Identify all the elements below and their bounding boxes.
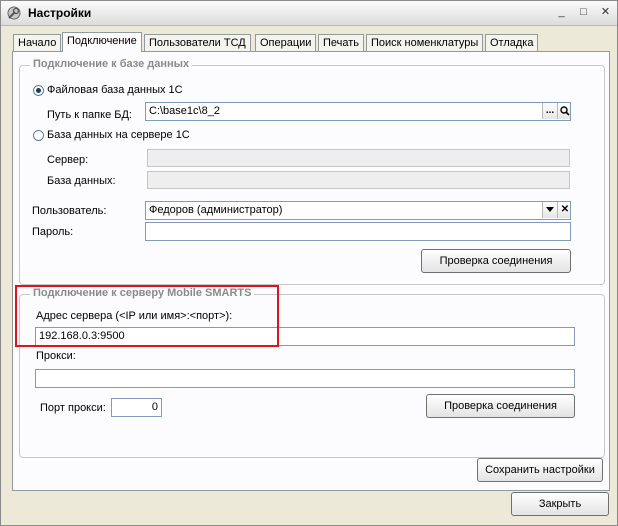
close-icon[interactable]: ✕	[597, 5, 614, 20]
server-address-input[interactable]: 192.168.0.3:9500	[35, 327, 575, 346]
user-select[interactable]: Федоров (администратор) ✕	[145, 201, 571, 220]
clear-icon[interactable]: ✕	[557, 202, 570, 218]
close-button[interactable]: Закрыть	[511, 492, 609, 516]
server-db-radio[interactable]	[33, 130, 44, 141]
proxy-port-value: 0	[151, 401, 158, 413]
browse-button[interactable]: ...	[542, 103, 557, 119]
password-label: Пароль:	[32, 226, 74, 238]
database-label: База данных:	[47, 175, 116, 187]
file-db-label: Файловая база данных 1С	[47, 84, 183, 96]
db-path-input[interactable]: C:\base1c\8_2 ...	[145, 102, 571, 121]
proxy-input[interactable]	[35, 369, 575, 388]
title-bar[interactable]: Настройки _ □ ✕	[1, 1, 617, 26]
minimize-icon[interactable]: _	[553, 5, 570, 20]
tab-tsd-users[interactable]: Пользователи ТСД	[144, 34, 251, 51]
server-address-value: 192.168.0.3:9500	[39, 330, 125, 342]
connection-panel: Подключение к базе данных Файловая база …	[12, 51, 610, 491]
save-settings-button[interactable]: Сохранить настройки	[477, 458, 603, 482]
proxy-port-label: Порт прокси:	[40, 402, 106, 414]
maximize-icon[interactable]: □	[575, 5, 592, 20]
tab-start[interactable]: Начало	[13, 34, 62, 51]
db-path-value: C:\base1c\8_2	[149, 105, 220, 117]
user-value: Федоров (администратор)	[149, 204, 283, 216]
file-db-radio[interactable]	[33, 85, 44, 96]
proxy-port-input[interactable]: 0	[111, 398, 162, 417]
db-path-label: Путь к папке БД:	[47, 109, 132, 121]
tab-debug[interactable]: Отладка	[485, 34, 539, 51]
database-input[interactable]	[147, 171, 570, 189]
server-input[interactable]	[147, 149, 570, 167]
window-title: Настройки	[28, 6, 92, 20]
mobile-check-connection-button[interactable]: Проверка соединения	[426, 394, 575, 418]
radio-selected-dot	[36, 88, 41, 93]
mobile-group-title: Подключение к серверу Mobile SMARTS	[30, 287, 255, 299]
db-group-title: Подключение к базе данных	[30, 58, 193, 70]
proxy-label: Прокси:	[36, 350, 76, 362]
settings-window: Настройки _ □ ✕ Начало Подключение Польз…	[0, 0, 618, 526]
chevron-down-icon[interactable]	[542, 202, 557, 218]
tab-print[interactable]: Печать	[318, 34, 365, 51]
tab-connection[interactable]: Подключение	[62, 32, 142, 52]
settings-app-icon	[7, 6, 21, 20]
server-label: Сервер:	[47, 154, 89, 166]
password-input[interactable]	[145, 222, 571, 241]
tab-item-search[interactable]: Поиск номенклатуры	[366, 34, 484, 51]
db-check-connection-button[interactable]: Проверка соединения	[421, 249, 571, 273]
server-address-label: Адрес сервера (<IP или имя>:<порт>):	[36, 310, 233, 322]
tab-operations[interactable]: Операции	[255, 34, 317, 51]
search-icon[interactable]	[557, 103, 570, 119]
server-db-label: База данных на сервере 1С	[47, 129, 190, 141]
user-label: Пользователь:	[32, 205, 107, 217]
